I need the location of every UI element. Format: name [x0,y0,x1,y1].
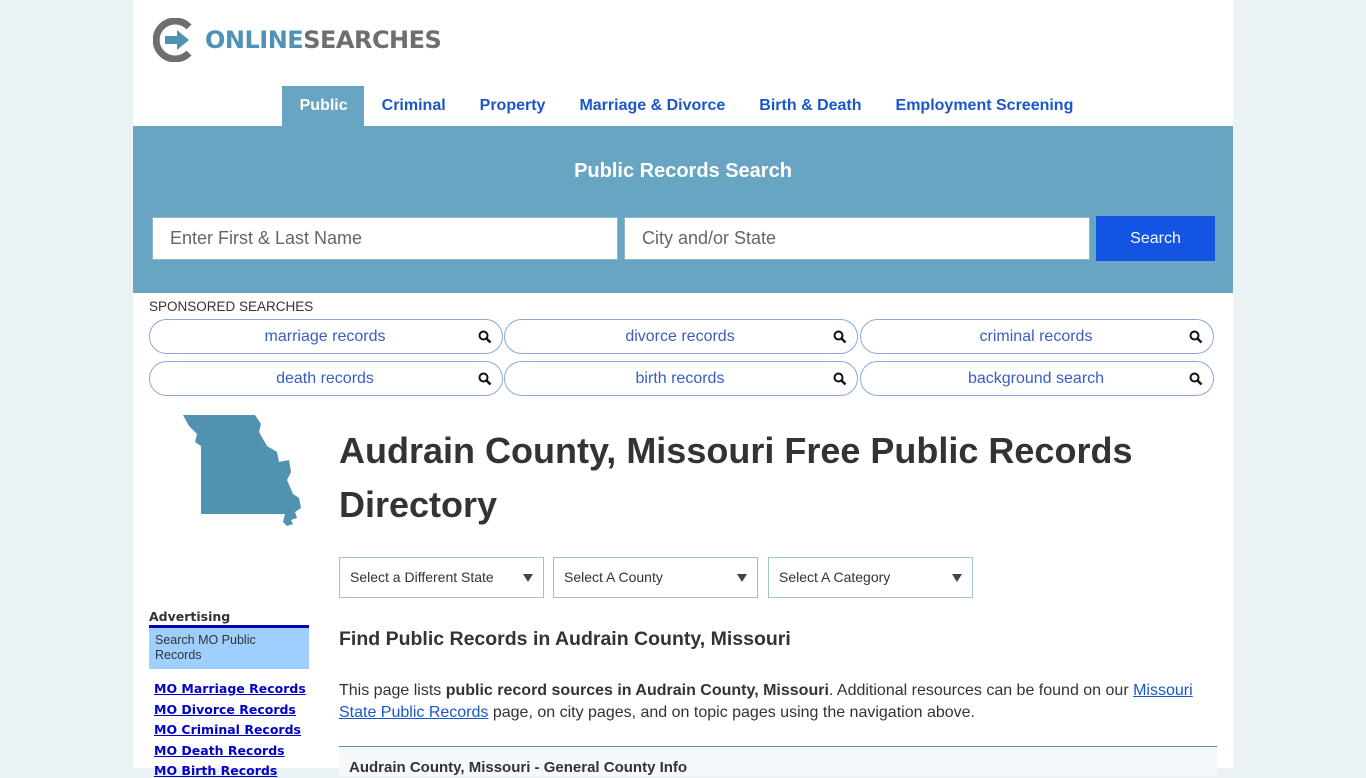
sponsored-criminal-records[interactable]: criminal records [860,319,1214,354]
sponsored-searches-label: SPONSORED SEARCHES [149,299,314,314]
sidebar-link-divorce[interactable]: MO Divorce Records [154,702,296,717]
sponsored-label: birth records [635,370,725,387]
page-title: Audrain County, Missouri Free Public Rec… [339,430,1133,525]
sponsored-death-records[interactable]: death records [149,361,503,396]
dropdown-arrow-icon [952,574,962,582]
sponsored-label: death records [276,370,374,387]
site-logo[interactable]: ONLINESEARCHES [153,18,442,62]
page-container: ONLINESEARCHES Public Criminal Property … [133,0,1233,778]
search-icon [1189,372,1203,386]
sponsored-divorce-records[interactable]: divorce records [504,319,858,354]
logo-text-searches: SEARCHES [303,26,442,54]
intro-text: page, on city pages, and on topic pages … [488,704,975,721]
missouri-map-icon [183,415,301,526]
search-icon [478,330,492,344]
sponsored-marriage-records[interactable]: marriage records [149,319,503,354]
nav-employment-screening[interactable]: Employment Screening [878,86,1090,126]
search-icon [478,372,492,386]
advertising-label: Advertising [149,609,231,624]
dropdown-arrow-icon [523,574,533,582]
sponsored-label: criminal records [979,328,1093,345]
logo-icon [153,18,192,62]
nav-birth-death[interactable]: Birth & Death [741,86,877,126]
sidebar-link-birth[interactable]: MO Birth Records [154,763,277,778]
search-banner: Public Records Search Search [133,126,1233,293]
nav-marriage-divorce[interactable]: Marriage & Divorce [561,86,741,126]
location-search-input[interactable] [624,217,1090,260]
sponsored-birth-records[interactable]: birth records [504,361,858,396]
sponsored-label: marriage records [264,328,386,345]
sponsored-label: divorce records [625,328,735,345]
intro-text: . Additional resources can be found on o… [828,682,1134,699]
sidebar-link-marriage[interactable]: MO Marriage Records [154,681,306,696]
dropdown-arrow-icon [737,574,747,582]
name-search-input[interactable] [152,217,618,260]
search-icon [833,330,847,344]
county-select[interactable]: Select A County [553,557,758,598]
general-county-info-section: Audrain County, Missouri - General Count… [339,746,1217,776]
nav-property[interactable]: Property [462,86,562,126]
sponsored-label: background search [967,370,1105,387]
intro-bold-text: public record sources in Audrain County,… [445,682,829,699]
intro-paragraph: This page lists public record sources in… [339,680,1209,724]
logo-text: ONLINESEARCHES [205,26,442,54]
category-select[interactable]: Select A Category [768,557,973,598]
ad-box-search-mo[interactable]: Search MO Public Records [149,625,309,669]
sidebar-link-criminal[interactable]: MO Criminal Records [154,722,301,737]
search-icon [833,372,847,386]
find-records-heading: Find Public Records in Audrain County, M… [339,628,791,650]
search-button[interactable]: Search [1096,216,1215,261]
sidebar-link-death[interactable]: MO Death Records [154,743,285,758]
state-select-value: Select a Different State [350,569,494,585]
intro-text: This page lists [339,682,446,699]
logo-text-online: ONLINE [205,26,304,54]
nav-public[interactable]: Public [281,86,364,126]
main-nav: Public Criminal Property Marriage & Divo… [133,86,1233,126]
search-title: Public Records Search [574,160,792,182]
search-icon [1189,330,1203,344]
nav-criminal[interactable]: Criminal [364,86,462,126]
category-select-value: Select A Category [779,569,891,585]
sponsored-background-search[interactable]: background search [860,361,1214,396]
state-select[interactable]: Select a Different State [339,557,544,598]
county-select-value: Select A County [564,569,663,585]
